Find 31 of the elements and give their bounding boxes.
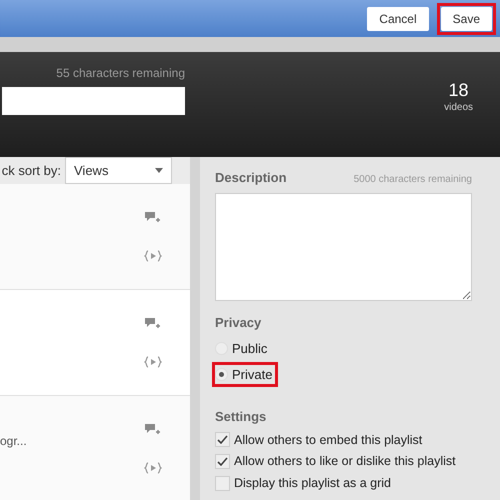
caret-icon (155, 168, 163, 173)
settings-checkbox-option[interactable]: Display this playlist as a grid (215, 474, 472, 493)
video-title: ogr... (0, 434, 27, 448)
braces-play-icon[interactable] (144, 356, 162, 368)
privacy-radio-option[interactable]: Private (215, 364, 272, 384)
toolbar-button[interactable]: Cancel (367, 6, 429, 30)
settings-label: Settings (215, 408, 268, 426)
comment-plus-icon[interactable] (145, 318, 161, 330)
braces-play-icon[interactable] (144, 462, 162, 474)
settings-checkbox-option[interactable]: Allow others to like or dislike this playlist (215, 452, 472, 471)
privacy-radio-option[interactable]: Public (215, 339, 268, 358)
settings-checkbox-option[interactable]: Allow others to embed this playlist (215, 430, 472, 450)
video-row[interactable]: ogr... (0, 396, 190, 500)
sort-label: ck sort by: (2, 162, 61, 180)
title-counter: 55 characters remaining (56, 65, 185, 82)
comment-plus-icon[interactable] (145, 212, 161, 224)
checkbox[interactable] (215, 454, 230, 470)
comment-plus-icon[interactable] (145, 424, 161, 436)
description-counter: 5000 characters remaining (354, 173, 472, 187)
video-count: 18 (448, 80, 469, 100)
braces-play-icon[interactable] (144, 250, 162, 262)
sort-dropdown[interactable]: Views (65, 157, 172, 184)
privacy-label: Privacy (215, 314, 262, 332)
checkbox[interactable] (215, 432, 230, 448)
checkbox[interactable] (215, 476, 230, 491)
description-field[interactable] (215, 192, 472, 300)
video-count-label: videos (444, 101, 473, 115)
title-field[interactable] (2, 87, 185, 115)
toolbar-button[interactable]: Save (440, 6, 492, 30)
radio-button[interactable] (215, 368, 228, 381)
description-label: Description (215, 169, 287, 187)
